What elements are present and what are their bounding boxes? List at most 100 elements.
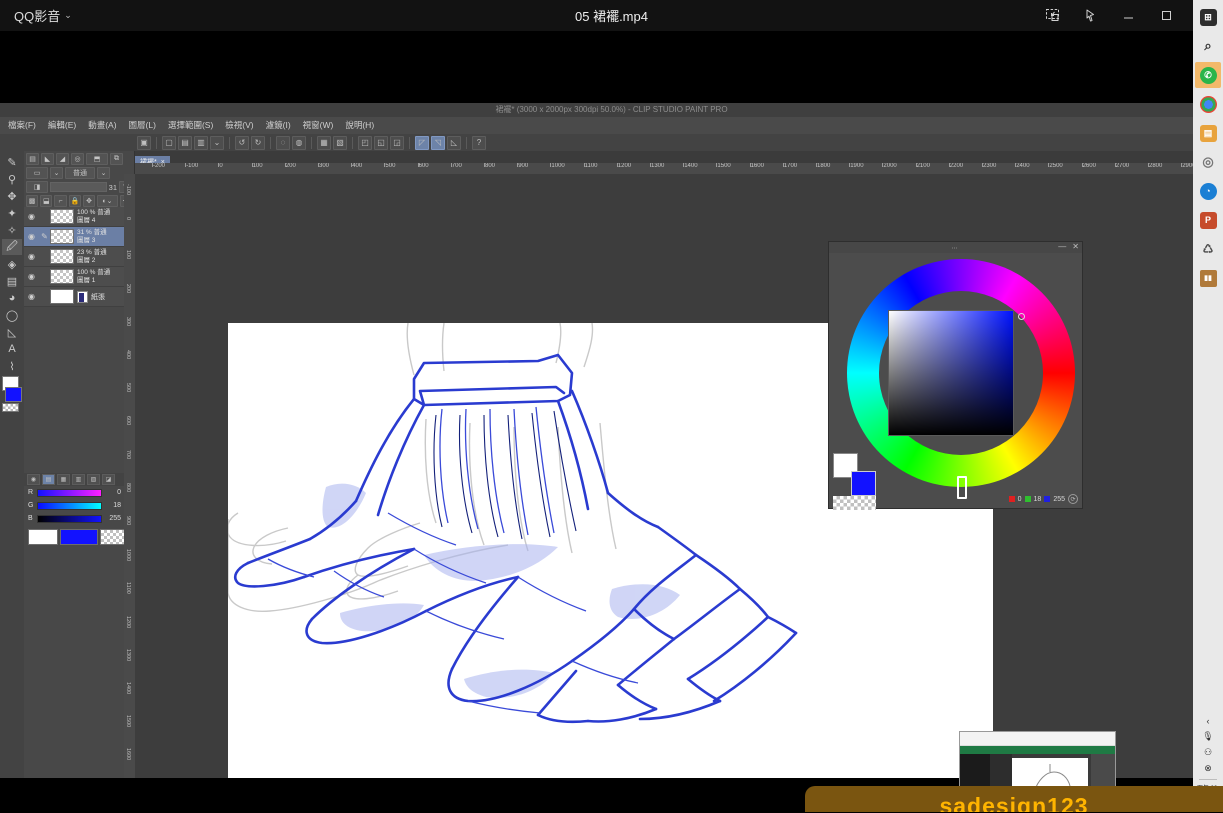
channel-slider-g[interactable] — [37, 502, 102, 510]
channel-slider-b[interactable] — [37, 515, 102, 523]
main-color-swatch[interactable] — [851, 471, 876, 496]
blend-mode-label[interactable]: 普通 — [65, 167, 95, 179]
layer-effect-icon[interactable]: ◐⌄ — [97, 195, 118, 207]
flip-v-button[interactable]: ◲ — [390, 136, 404, 150]
menu-window[interactable]: 視窗(W) — [297, 117, 340, 134]
powerpoint-icon[interactable]: P — [1195, 207, 1221, 233]
layer-visibility-icon[interactable]: ◉ — [24, 252, 39, 261]
minimize-icon[interactable] — [1109, 0, 1147, 31]
clear-button[interactable]: ◌ — [276, 136, 290, 150]
layer-opacity-value[interactable]: 31 — [109, 183, 117, 192]
blend-mode-select[interactable]: ▭ — [26, 167, 48, 179]
menu-file[interactable]: 檔案(F) — [2, 117, 42, 134]
layer-mode-ref-icon[interactable]: ◢ — [56, 153, 69, 165]
cast-icon[interactable] — [1071, 0, 1109, 31]
text-tool-icon[interactable]: A — [2, 341, 22, 357]
menu-edit[interactable]: 編輯(E) — [42, 117, 82, 134]
deselect-button[interactable]: ▧ — [333, 136, 347, 150]
channel-slider-r[interactable] — [37, 489, 102, 497]
layer-visibility-icon[interactable]: ◉ — [24, 212, 39, 221]
search-icon[interactable]: ⌕ — [1195, 33, 1221, 59]
channel-value-r[interactable]: 0 — [105, 489, 121, 496]
tab-approx-color[interactable]: ▨ — [87, 474, 100, 485]
lasso-tool-icon[interactable]: ✧ — [2, 222, 22, 238]
horizontal-ruler[interactable]: -200-10001002003004005006007008009001000… — [135, 163, 1193, 174]
maximize-icon[interactable] — [1147, 0, 1185, 31]
saturation-value-square[interactable] — [888, 310, 1014, 436]
color-dialog-titlebar[interactable]: ⋯ — ✕ — [829, 242, 1082, 253]
clip-studio-icon[interactable]: ◎ — [1195, 149, 1221, 175]
layer-lock-icon[interactable]: ⬒ — [86, 153, 108, 165]
magnifier-tool-icon[interactable]: ⚲ — [2, 171, 22, 187]
open-file-button[interactable]: ▢ — [162, 136, 176, 150]
tab-color-history[interactable]: ◪ — [102, 474, 115, 485]
chrome-icon[interactable] — [1195, 91, 1221, 117]
video-stage[interactable]: 裙襬* (3000 x 2000px 300dpi 50.0%) - CLIP … — [0, 31, 1223, 812]
blend-tool-icon[interactable]: ◈ — [2, 256, 22, 272]
table-row[interactable]: ◉ 100 % 普通 圖層 1 — [24, 267, 135, 287]
chevron-down-icon[interactable]: ⌄ — [50, 167, 63, 179]
channel-value-b[interactable]: 255 — [105, 515, 121, 522]
start-icon[interactable]: ⊞ — [1195, 4, 1221, 30]
menu-animation[interactable]: 動畫(A) — [82, 117, 122, 134]
tab-color-set[interactable]: ▦ — [57, 474, 70, 485]
menu-filter[interactable]: 濾鏡(I) — [260, 117, 297, 134]
special-ruler-button[interactable]: ◹ — [431, 136, 445, 150]
file-explorer-icon[interactable]: ▤ — [1195, 120, 1221, 146]
import-button[interactable]: ▥ — [194, 136, 208, 150]
eyedropper-tool-icon[interactable]: ⌇ — [2, 358, 22, 374]
operation-tool-icon[interactable]: ✦ — [2, 205, 22, 221]
move-tool-icon[interactable]: ✥ — [2, 188, 22, 204]
scale-rotate-button[interactable]: ◰ — [358, 136, 372, 150]
network-icon[interactable]: ⚇ — [1204, 747, 1212, 758]
layer-color-icon[interactable]: ✥ — [83, 195, 95, 207]
new-file-button[interactable]: ▣ — [137, 136, 151, 150]
chevron-down-icon[interactable]: ⌄ — [210, 136, 224, 150]
lock-layer-icon[interactable]: 🔒 — [69, 195, 81, 207]
layer-clip-icon[interactable]: ⧉ — [110, 153, 123, 165]
save-button[interactable]: ▤ — [178, 136, 192, 150]
minimize-icon[interactable]: — — [1058, 242, 1066, 251]
picture-in-picture-icon[interactable] — [1033, 0, 1071, 31]
tab-intermediate-color[interactable]: ▥ — [72, 474, 85, 485]
lock-pixels-icon[interactable]: ▩ — [26, 195, 38, 207]
main-color-swatch[interactable] — [60, 529, 98, 545]
grid-snap-button[interactable]: ◺ — [447, 136, 461, 150]
edge-icon[interactable]: ◔ — [1195, 178, 1221, 204]
chevron-down-icon-2[interactable]: ⌄ — [97, 167, 110, 179]
wechat-icon[interactable]: ✆ — [1195, 62, 1221, 88]
layer-visibility-icon[interactable]: ◉ — [24, 272, 39, 281]
table-row[interactable]: ◉ 100 % 普通 圖層 4 — [24, 207, 135, 227]
transparent-color-swatch[interactable] — [2, 403, 19, 412]
table-row[interactable]: ◉ 23 % 普通 圖層 2 — [24, 247, 135, 267]
layer-visibility-icon[interactable]: ◉ — [24, 232, 39, 241]
vertical-ruler[interactable]: -100010020030040050060070080090010001100… — [124, 174, 135, 778]
layer-mode-normal-icon[interactable]: ▤ — [26, 153, 39, 165]
undo-button[interactable]: ↺ — [235, 136, 249, 150]
action-center-icon[interactable]: ⊗ — [1204, 763, 1212, 774]
layer-mask-icon[interactable]: ◎ — [71, 153, 84, 165]
channel-value-g[interactable]: 18 — [105, 502, 121, 509]
color-wheel-area[interactable] — [829, 253, 1084, 493]
table-row[interactable]: ◉ ✎ 31 % 普通 圖層 3 — [24, 227, 135, 247]
close-icon[interactable]: ✕ — [1072, 242, 1079, 251]
ruler-snap-button[interactable]: ◸ — [415, 136, 429, 150]
sub-color-swatch[interactable] — [28, 529, 58, 545]
flip-h-button[interactable]: ◱ — [374, 136, 388, 150]
ruler-visible-icon[interactable]: ⌐ — [54, 195, 66, 207]
layer-visibility-icon[interactable]: ◉ — [24, 292, 39, 301]
menu-view[interactable]: 檢視(V) — [219, 117, 259, 134]
table-row[interactable]: ◉ 紙張 — [24, 287, 135, 307]
drag-handle-icon[interactable]: ⋯ — [951, 244, 960, 252]
tab-color-wheel[interactable]: ◉ — [27, 474, 40, 485]
chevron-up-icon[interactable]: ‹ — [1207, 716, 1210, 726]
fill-button[interactable]: ◍ — [292, 136, 306, 150]
media-app-icon[interactable]: ▮▮ — [1195, 265, 1221, 291]
transparent-swatch[interactable] — [833, 496, 876, 510]
menu-layer[interactable]: 圖層(L) — [123, 117, 162, 134]
ellipse-tool-icon[interactable]: ◯ — [2, 307, 22, 323]
main-color-swatch[interactable] — [5, 387, 22, 402]
color-wheel-dialog[interactable]: ⋯ — ✕ 0 — [828, 241, 1083, 509]
layer-mode-draft-icon[interactable]: ◣ — [41, 153, 54, 165]
sv-cursor-icon[interactable] — [1018, 313, 1025, 320]
